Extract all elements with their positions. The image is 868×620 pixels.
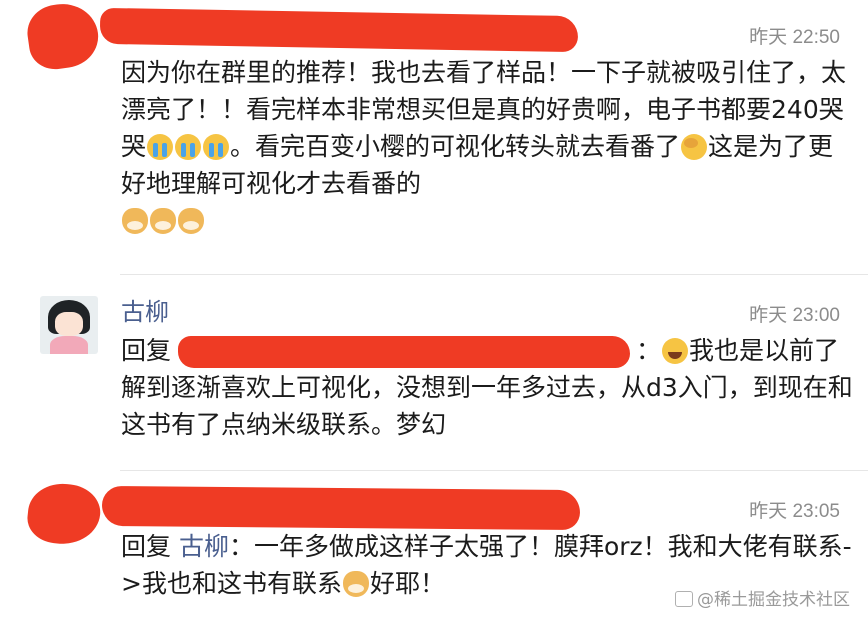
comment-text-part: 。看完百变小樱的可视化转头就去看番了 xyxy=(230,132,681,161)
reply-prefix: 回复 xyxy=(121,532,179,561)
doge-emoji-icon xyxy=(342,571,369,597)
doge-emoji-icon xyxy=(178,208,204,234)
facepalm-emoji-icon xyxy=(681,134,708,160)
comment-text-part: 好耶！ xyxy=(369,569,445,598)
reply-colon: ： xyxy=(636,336,662,365)
comment-1: 昨天 22:50 因为你在群里的推荐！我也去看了样品！一下子就被吸引住了，太漂亮… xyxy=(0,0,868,270)
reply-to-name[interactable]: 古柳 xyxy=(179,532,229,561)
comment-author[interactable]: 古柳 xyxy=(121,292,169,327)
redacted-reply-target xyxy=(178,336,630,368)
laugh-emoji-icon xyxy=(662,338,689,364)
redacted-avatar xyxy=(25,480,103,548)
comment-divider xyxy=(120,470,868,471)
comment-text: 因为你在群里的推荐！我也去看了样品！一下子就被吸引住了，太漂亮了！！看完样本非常… xyxy=(121,54,856,239)
cry-emoji-icon xyxy=(175,134,202,160)
redacted-avatar xyxy=(23,0,103,73)
doge-emoji-icon xyxy=(122,208,148,234)
comment-2: 古柳 昨天 23:00 回复：我也是以前了解到逐渐喜欢上可视化，没想到一年多过去… xyxy=(0,278,868,468)
comment-divider xyxy=(120,274,868,275)
juejin-logo-icon xyxy=(675,591,693,607)
cry-emoji-icon xyxy=(203,134,230,160)
comment-timestamp: 昨天 22:50 xyxy=(749,27,840,48)
comment-timestamp: 昨天 23:05 xyxy=(749,501,840,522)
redacted-username xyxy=(99,7,579,53)
watermark-text: @稀土掘金技术社区 xyxy=(697,590,850,610)
redacted-username xyxy=(101,485,581,531)
cry-emoji-icon xyxy=(147,134,174,160)
watermark: @稀土掘金技术社区 xyxy=(675,585,850,610)
reply-prefix: 回复 xyxy=(121,336,172,365)
doge-emoji-icon xyxy=(150,208,176,234)
comment-timestamp: 昨天 23:00 xyxy=(749,305,840,326)
